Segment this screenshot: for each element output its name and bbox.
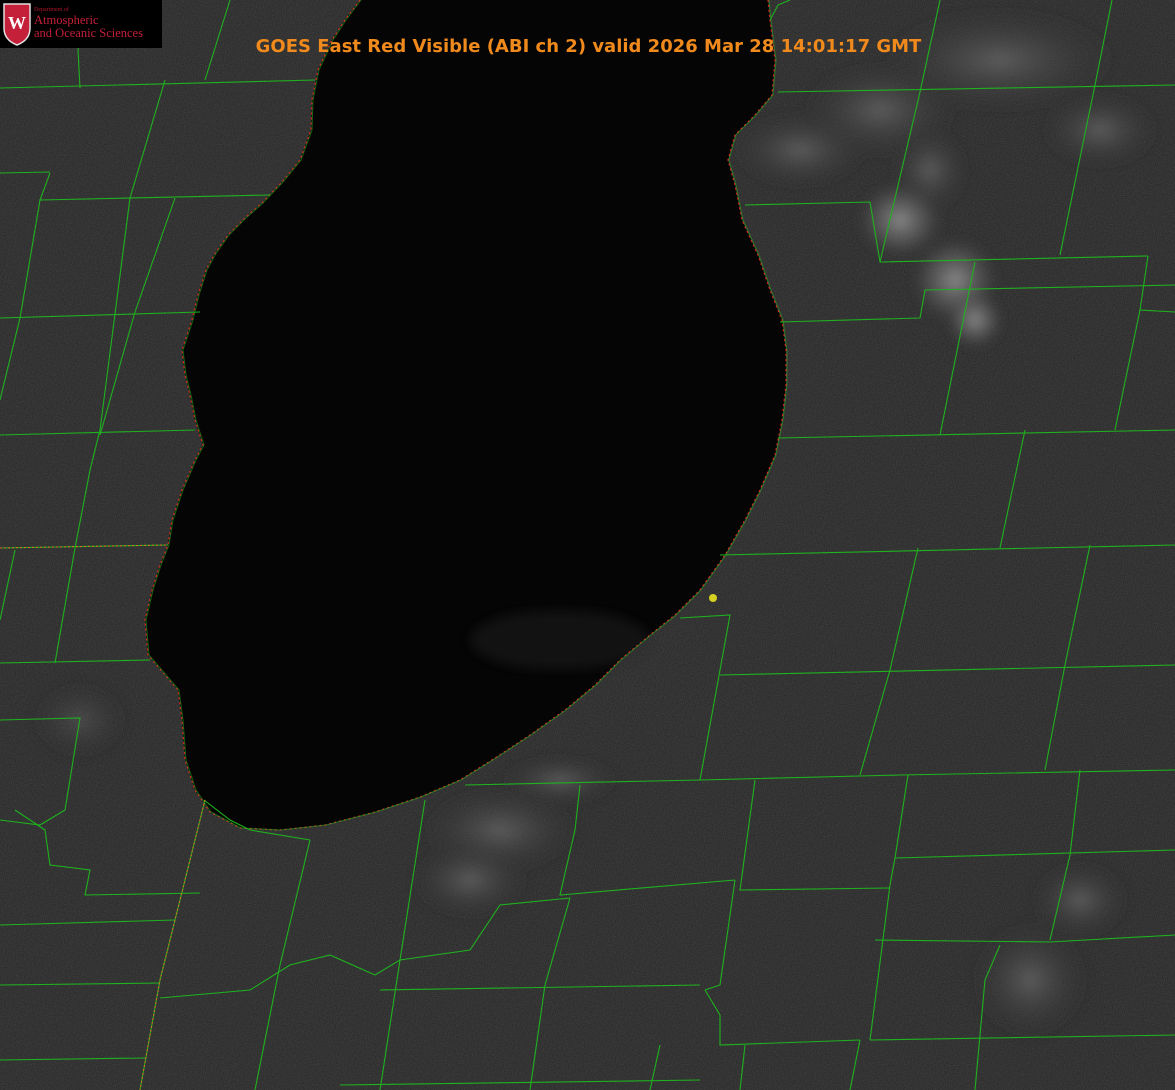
satellite-map xyxy=(0,0,1175,1090)
shield-letter: W xyxy=(8,13,26,33)
image-title-text: GOES East Red Visible (ABI ch 2) valid 2… xyxy=(255,36,922,57)
yellow-dot-icon xyxy=(709,594,717,602)
image-title: GOES East Red Visible (ABI ch 2) valid 2… xyxy=(0,36,1175,58)
